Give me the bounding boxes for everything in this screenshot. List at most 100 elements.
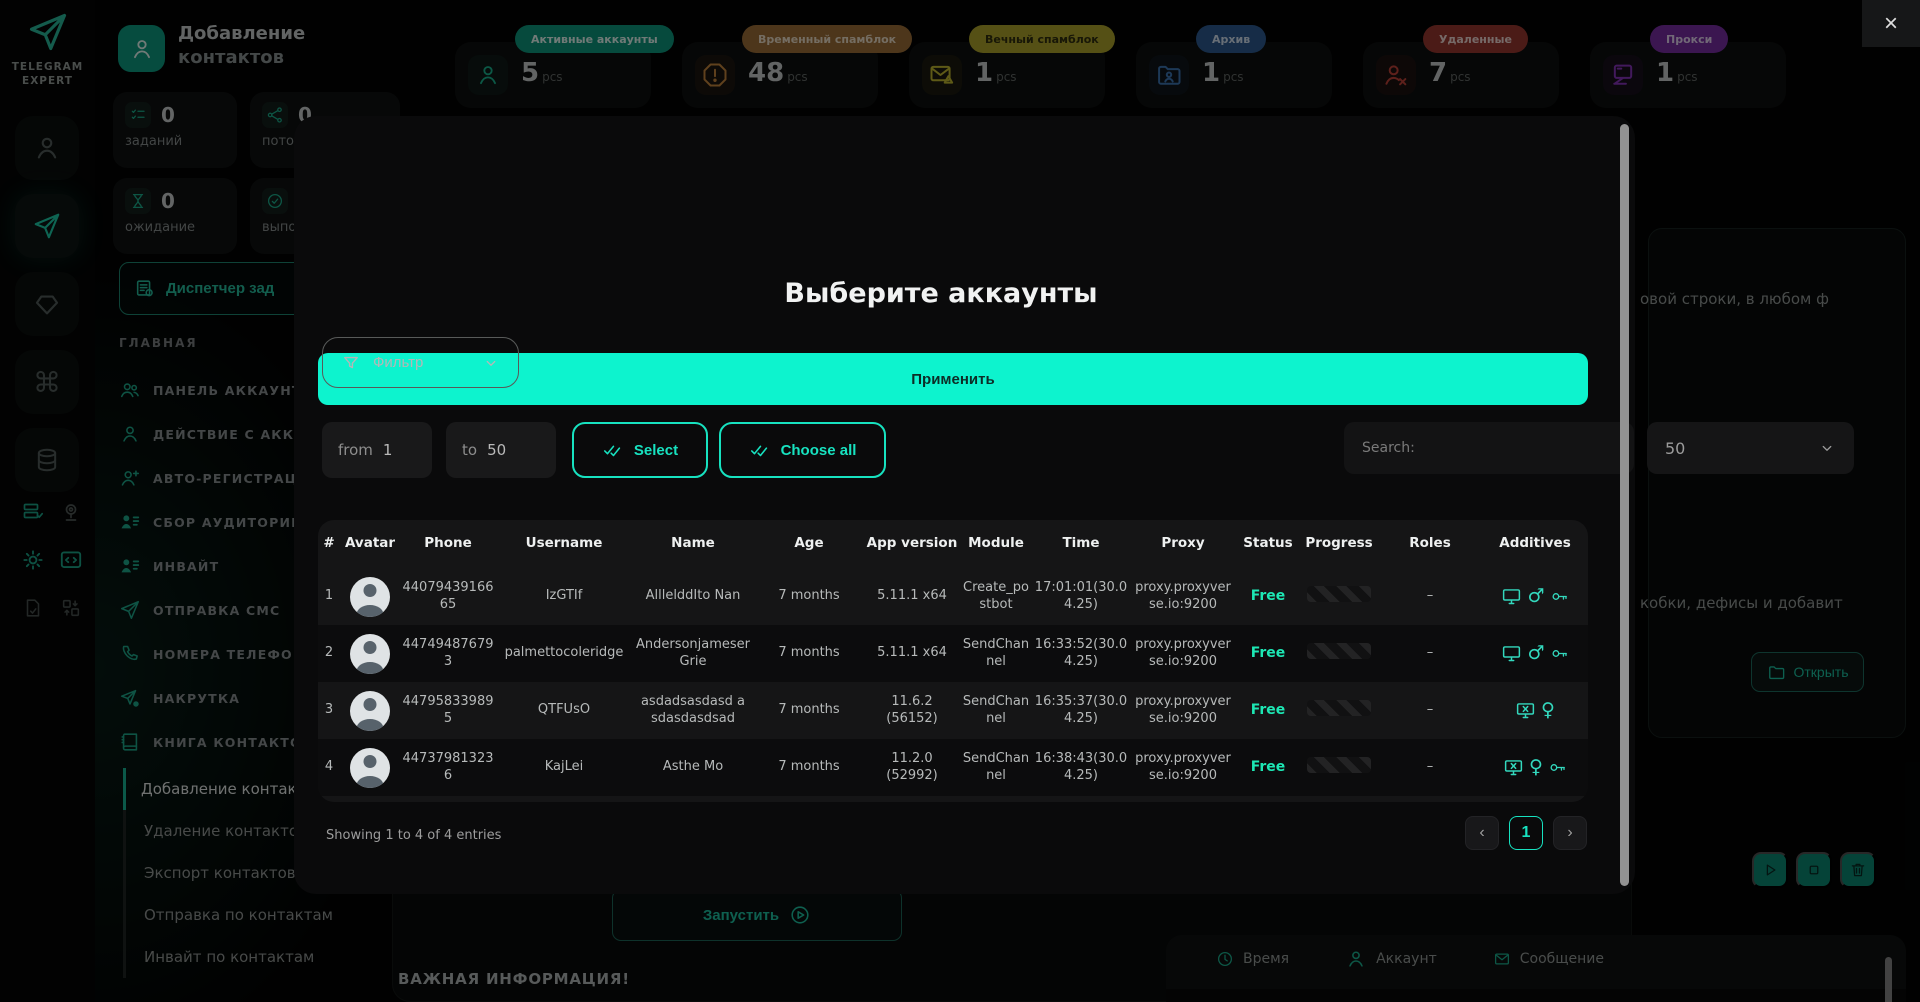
cell-module: Create_postbot (960, 576, 1032, 618)
monitor-x-icon (1503, 757, 1524, 778)
row-number: 4 (318, 755, 340, 780)
cell-app-version: 5.11.1 x64 (864, 584, 960, 609)
key-icon (1550, 587, 1569, 606)
page-size-select[interactable]: 50 (1647, 422, 1854, 474)
select-button-label: Select (634, 442, 678, 459)
prev-page-button[interactable]: ‹ (1465, 816, 1499, 850)
cell-time: 17:01:01(30.04.25) (1032, 576, 1130, 618)
cell-additives: ♂ (1482, 582, 1588, 611)
funnel-icon (341, 353, 361, 373)
column-header: Phone (400, 531, 496, 557)
column-header: Username (496, 531, 632, 557)
progress-bar (1307, 586, 1371, 602)
table-row[interactable]: 3 447958339895 QTFUsO asdadsasdasd a sda… (318, 682, 1588, 739)
column-header: Progress (1300, 531, 1378, 557)
cell-age: 7 months (754, 755, 864, 780)
current-page-button[interactable]: 1 (1509, 816, 1543, 850)
cell-proxy: proxy.proxyverse.io:9200 (1130, 633, 1236, 675)
table-body: 1 4407943916665 IzGTIf AlllelddIto Nan 7… (318, 568, 1588, 796)
column-header: # (318, 531, 340, 557)
to-input[interactable] (487, 441, 523, 459)
column-header: Age (754, 531, 864, 557)
column-header: Name (632, 531, 754, 557)
row-number: 1 (318, 584, 340, 609)
progress-bar (1307, 643, 1371, 659)
cell-additives: ♀ (1482, 753, 1588, 782)
monitor-icon (1501, 643, 1522, 664)
avatar (350, 577, 390, 617)
modal-scrollbar[interactable] (1620, 124, 1629, 886)
key-icon (1548, 758, 1567, 777)
entries-summary: Showing 1 to 4 of 4 entries (326, 828, 501, 843)
avatar (350, 634, 390, 674)
table-row[interactable]: 1 4407943916665 IzGTIf AlllelddIto Nan 7… (318, 568, 1588, 625)
cell-proxy: proxy.proxyverse.io:9200 (1130, 747, 1236, 789)
cell-age: 7 months (754, 698, 864, 723)
key-icon (1550, 644, 1569, 663)
cell-phone: 447379813236 (400, 747, 496, 789)
cell-name: AlllelddIto Nan (632, 584, 754, 609)
cell-status: Free (1236, 697, 1300, 723)
column-header: Module (960, 531, 1032, 557)
choose-all-button[interactable]: Choose all (719, 422, 886, 478)
cell-age: 7 months (754, 584, 864, 609)
column-header: Time (1032, 531, 1130, 557)
row-number: 3 (318, 698, 340, 723)
accounts-table: #AvatarPhoneUsernameNameAgeApp versionMo… (318, 520, 1588, 802)
cell-module: SendChannel (960, 633, 1032, 675)
cell-roles: – (1378, 584, 1482, 609)
male-icon: ♂ (1527, 587, 1544, 606)
cell-name: Asthe Mo (632, 755, 754, 780)
cell-time: 16:38:43(30.04.25) (1032, 747, 1130, 789)
cell-name: asdadsasdasd a sdasdasdsad (632, 690, 754, 732)
cell-app-version: 5.11.1 x64 (864, 641, 960, 666)
cell-time: 16:33:52(30.04.25) (1032, 633, 1130, 675)
avatar (350, 691, 390, 731)
chevron-down-icon (482, 354, 500, 372)
double-check-icon (749, 439, 771, 461)
monitor-x-icon (1515, 700, 1536, 721)
filter-button[interactable]: Фильтр (322, 337, 519, 388)
cell-username: palmettocoleridge (496, 641, 632, 666)
table-row[interactable]: 2 447494876793 palmettocoleridge Anderso… (318, 625, 1588, 682)
filter-label: Фильтр (373, 354, 423, 371)
avatar (350, 748, 390, 788)
cell-app-version: 11.6.2 (56152) (864, 690, 960, 732)
cell-roles: – (1378, 698, 1482, 723)
column-header: Roles (1378, 531, 1482, 557)
table-header-row: #AvatarPhoneUsernameNameAgeApp versionMo… (318, 520, 1588, 568)
cell-proxy: proxy.proxyverse.io:9200 (1130, 576, 1236, 618)
cell-roles: – (1378, 755, 1482, 780)
cell-username: QTFUsO (496, 698, 632, 723)
column-header: Status (1236, 531, 1300, 557)
cell-module: SendChannel (960, 747, 1032, 789)
cell-age: 7 months (754, 641, 864, 666)
row-number: 2 (318, 641, 340, 666)
search-input[interactable] (1344, 422, 1634, 474)
double-check-icon (602, 439, 624, 461)
cell-phone: 447958339895 (400, 690, 496, 732)
choose-all-label: Choose all (781, 442, 857, 459)
from-field[interactable]: from (322, 422, 432, 478)
from-input[interactable] (383, 441, 419, 459)
cell-phone: 447494876793 (400, 633, 496, 675)
progress-bar (1307, 700, 1371, 716)
next-page-button[interactable]: › (1553, 816, 1587, 850)
cell-roles: – (1378, 641, 1482, 666)
close-modal-button[interactable]: × (1862, 0, 1920, 47)
column-header: Additives (1482, 531, 1588, 557)
cell-name: Andersonjameser Grie (632, 633, 754, 675)
cell-username: KajLei (496, 755, 632, 780)
column-header: App version (864, 531, 960, 557)
progress-bar (1307, 757, 1371, 773)
cell-proxy: proxy.proxyverse.io:9200 (1130, 690, 1236, 732)
select-button[interactable]: Select (572, 422, 708, 478)
modal-title: Выберите аккаунты (294, 278, 1588, 309)
page-size-value: 50 (1665, 439, 1685, 458)
to-field[interactable]: to (446, 422, 556, 478)
male-icon: ♂ (1527, 644, 1544, 663)
female-icon: ♀ (1529, 758, 1543, 777)
table-row[interactable]: 4 447379813236 KajLei Asthe Mo 7 months … (318, 739, 1588, 796)
column-header: Avatar (340, 531, 400, 557)
cell-app-version: 11.2.0 (52992) (864, 747, 960, 789)
